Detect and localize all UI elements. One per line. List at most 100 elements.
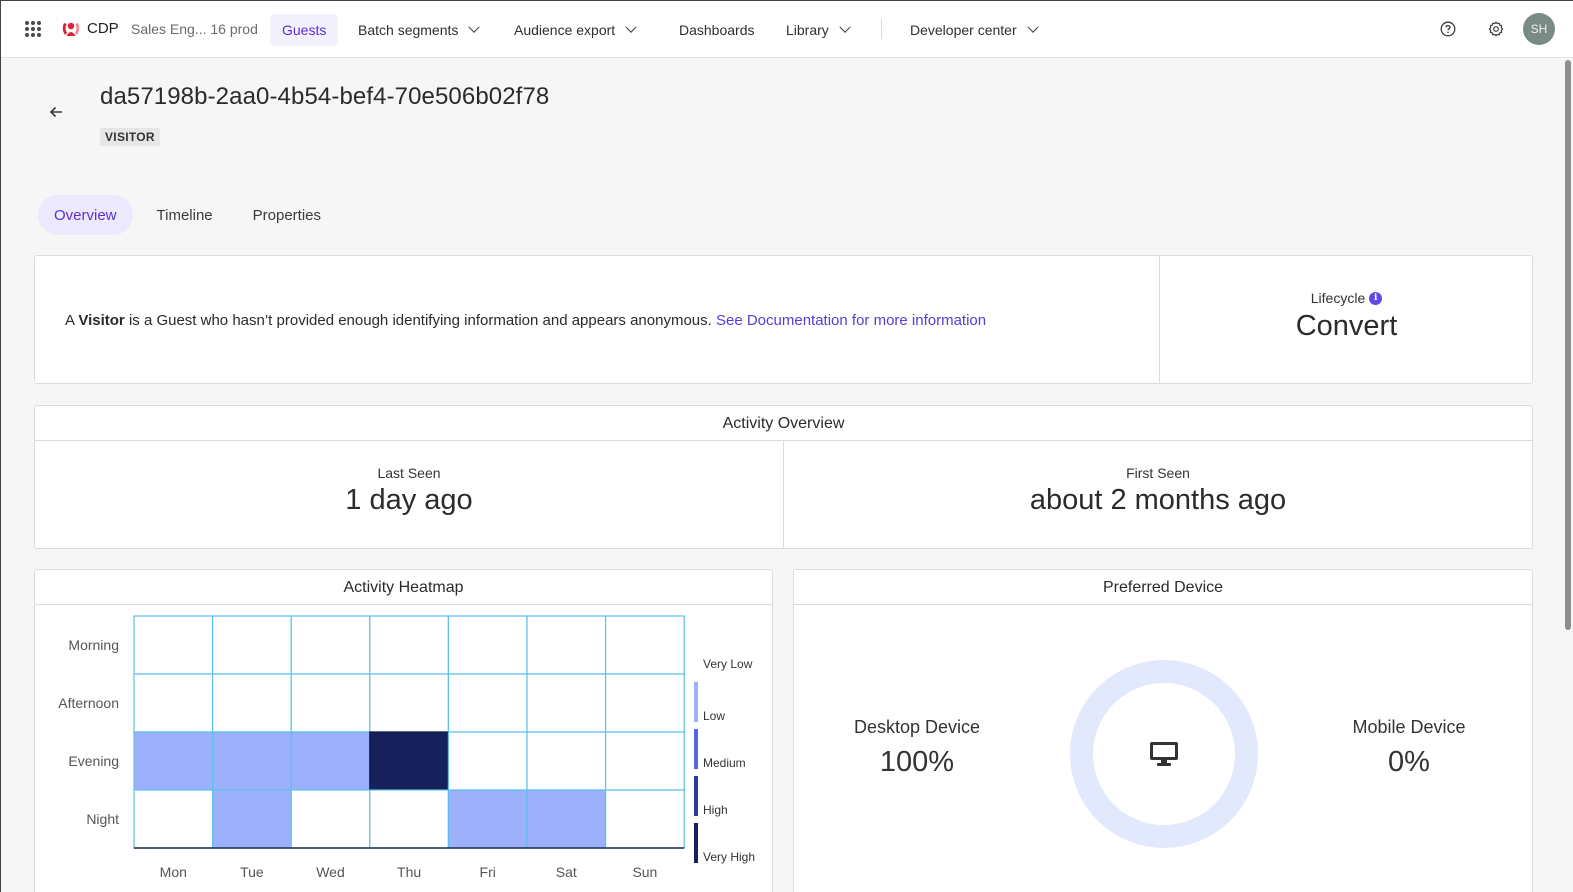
heatmap-legend-label: Very High — [703, 850, 755, 864]
chevron-down-icon — [839, 21, 851, 33]
org-name[interactable]: Sales Eng... 16 prod — [131, 21, 258, 37]
user-avatar[interactable]: SH — [1523, 13, 1555, 45]
lifecycle-value: Convert — [1295, 310, 1398, 342]
mobile-device-label: Mobile Device — [1352, 717, 1466, 737]
activity-heatmap-card: Activity Heatmap Morning Afternoon Evening… — [34, 569, 773, 892]
brand-name[interactable]: CDP — [87, 20, 119, 37]
tab-properties[interactable]: Properties — [237, 195, 337, 235]
last-seen-value: 1 day ago — [345, 484, 473, 516]
tab-timeline[interactable]: Timeline — [141, 195, 229, 235]
activity-heatmap-chart: Morning Afternoon Evening Night Mon Tue Wed Thu… — [58, 615, 755, 880]
heatmap-legend-swatch — [694, 682, 698, 722]
desktop-device-stat: Desktop Device 100% — [817, 717, 1017, 779]
guest-type-badge: VISITOR — [100, 128, 160, 146]
heatmap-cell-night-sat — [526, 789, 607, 849]
heatmap-cell-evening-sat — [526, 731, 607, 791]
desktop-icon — [1150, 742, 1178, 766]
nav-library-label: Library — [786, 22, 829, 38]
nav-dashboards-label: Dashboards — [679, 22, 755, 38]
heatmap-cell-night-tue — [212, 789, 292, 849]
heatmap-cell-morning-wed — [290, 615, 371, 675]
chevron-down-icon — [625, 21, 637, 33]
settings-icon[interactable] — [1486, 19, 1506, 39]
heatmap-cell-afternoon-tue — [212, 673, 292, 733]
heatmap-cell-evening-fri — [447, 731, 528, 791]
heatmap-cell-evening-sun — [604, 731, 685, 791]
top-nav: CDP Sales Eng... 16 prod Guests Batch se… — [1, 1, 1573, 58]
heatmap-cell-morning-sat — [526, 615, 607, 675]
heatmap-legend-swatch — [694, 823, 698, 863]
page-scrollbar[interactable] — [1563, 58, 1573, 892]
heatmap-cell-afternoon-thu — [369, 673, 449, 733]
heatmap-row-label: Morning — [68, 637, 119, 653]
heatmap-cell-evening-tue — [212, 731, 292, 791]
back-button[interactable] — [45, 101, 67, 123]
nav-library[interactable]: Library — [774, 14, 861, 46]
nav-batch-segments-label: Batch segments — [358, 22, 459, 38]
first-seen-label: First Seen — [1126, 465, 1190, 481]
heatmap-col-label: Sat — [556, 864, 577, 880]
first-seen-stat: First Seen about 2 months ago — [783, 441, 1532, 548]
nav-dashboards[interactable]: Dashboards — [667, 14, 767, 46]
documentation-link[interactable]: See Documentation for more information — [716, 312, 986, 329]
activity-overview-title: Activity Overview — [35, 406, 1532, 441]
scrollbar-thumb[interactable] — [1565, 60, 1571, 630]
heatmap-col-label: Wed — [316, 864, 345, 880]
chevron-down-icon — [468, 21, 481, 33]
info-prefix: A — [65, 312, 75, 329]
heatmap-row-label: Evening — [68, 753, 119, 769]
heatmap-col-label: Fri — [480, 864, 496, 880]
info-icon[interactable]: i — [1369, 291, 1383, 305]
heatmap-row-label: Night — [86, 811, 119, 827]
lifecycle-label-row: Lifecycle i — [1310, 290, 1383, 306]
nav-divider — [881, 19, 882, 39]
heatmap-cell-morning-thu — [369, 615, 449, 675]
heatmap-col-label: Sun — [632, 864, 657, 880]
nav-developer-center-label: Developer center — [910, 22, 1017, 38]
info-term: Visitor — [78, 312, 125, 329]
nav-guests-label: Guests — [282, 22, 327, 38]
activity-stats: Last Seen 1 day ago First Seen about 2 m… — [35, 441, 1532, 548]
nav-batch-segments[interactable]: Batch segments — [346, 14, 490, 46]
mobile-device-stat: Mobile Device 0% — [1309, 717, 1509, 779]
heatmap-cell-night-sun — [604, 789, 685, 849]
guest-type-info-card: A Visitor is a Guest who hasn’t provided… — [34, 255, 1533, 384]
heatmap-legend-label: High — [703, 803, 728, 817]
lifecycle-panel: Lifecycle i Convert — [1159, 256, 1533, 383]
heatmap-col-label: Tue — [240, 864, 264, 880]
heatmap-cell-afternoon-wed — [290, 673, 371, 733]
heatmap-legend-label: Medium — [703, 756, 746, 770]
heatmap-cell-night-mon — [133, 789, 214, 849]
nav-audience-export[interactable]: Audience export — [502, 14, 647, 46]
heatmap-legend-label: Low — [703, 709, 725, 723]
mobile-device-value: 0% — [1388, 746, 1430, 778]
nav-audience-export-label: Audience export — [514, 22, 616, 38]
heatmap-cell-afternoon-sun — [604, 673, 685, 733]
activity-heatmap-title: Activity Heatmap — [35, 570, 772, 605]
heatmap-cell-evening-mon — [133, 731, 214, 791]
heatmap-cell-morning-sun — [604, 615, 685, 675]
lifecycle-label: Lifecycle — [1310, 290, 1366, 306]
tab-bar: Overview Timeline Properties — [38, 195, 345, 235]
desktop-device-label: Desktop Device — [853, 717, 981, 737]
heatmap-cell-night-fri — [447, 789, 528, 849]
heatmap-legend-swatch — [694, 776, 698, 816]
heatmap-cell-morning-tue — [212, 615, 292, 675]
heatmap-cell-evening-thu — [369, 731, 449, 791]
heatmap-cell-afternoon-fri — [447, 673, 528, 733]
heatmap-cell-morning-fri — [447, 615, 528, 675]
heatmap-col-label: Thu — [397, 864, 421, 880]
heatmap-col-label: Mon — [160, 864, 187, 880]
tab-overview[interactable]: Overview — [38, 195, 133, 235]
help-icon[interactable] — [1438, 19, 1458, 39]
info-description: is a Guest who hasn’t provided enough id… — [128, 312, 712, 329]
heatmap-legend-label: Very Low — [703, 657, 753, 671]
chevron-down-icon — [1026, 21, 1039, 33]
apps-grid-icon[interactable] — [25, 21, 41, 37]
guest-type-description: A Visitor is a Guest who hasn’t provided… — [65, 312, 986, 329]
nav-developer-center[interactable]: Developer center — [898, 14, 1049, 46]
page-title: da57198b-2aa0-4b54-bef4-70e506b02f78 — [100, 83, 550, 110]
nav-guests[interactable]: Guests — [270, 14, 339, 46]
heatmap-cell-evening-wed — [290, 731, 371, 791]
heatmap-cell-afternoon-sat — [526, 673, 607, 733]
